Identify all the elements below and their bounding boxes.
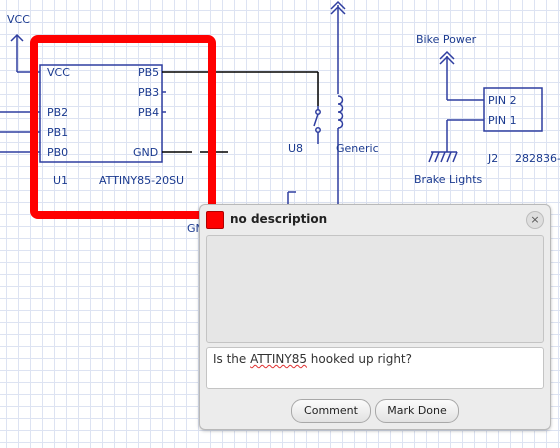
comment-button[interactable]: Comment — [291, 399, 371, 423]
brake-lights-label: Brake Lights — [414, 173, 483, 186]
comment-panel: no description × Is the ATTINY85 hooked … — [199, 204, 551, 430]
connector-ref-label: J2 — [488, 152, 499, 165]
comment-input[interactable]: Is the ATTINY85 hooked up right? — [206, 347, 544, 389]
connector-pin2-label: PIN 2 — [488, 94, 517, 107]
color-swatch[interactable] — [206, 211, 224, 229]
bike-power-label: Bike Power — [416, 33, 477, 46]
comment-text-prefix: Is the — [213, 352, 251, 366]
ground-symbol-icon — [428, 151, 458, 163]
selection-highlight[interactable] — [30, 35, 216, 219]
connector-pin1-label: PIN 1 — [488, 114, 517, 127]
relay-ref-label: U8 — [288, 142, 304, 155]
comment-text-suffix: hooked up right? — [306, 352, 413, 366]
comment-text-flagged: ATTINY85 — [250, 352, 307, 366]
comment-thread — [206, 235, 544, 343]
relay-value-label: Generic — [336, 142, 379, 155]
panel-title: no description — [230, 212, 328, 226]
relay-coil-icon — [337, 95, 344, 129]
mark-done-button[interactable]: Mark Done — [375, 399, 459, 423]
vcc-label: VCC — [7, 13, 30, 26]
connector-part-label: 282836-2 — [515, 152, 560, 165]
close-icon[interactable]: × — [526, 211, 544, 229]
